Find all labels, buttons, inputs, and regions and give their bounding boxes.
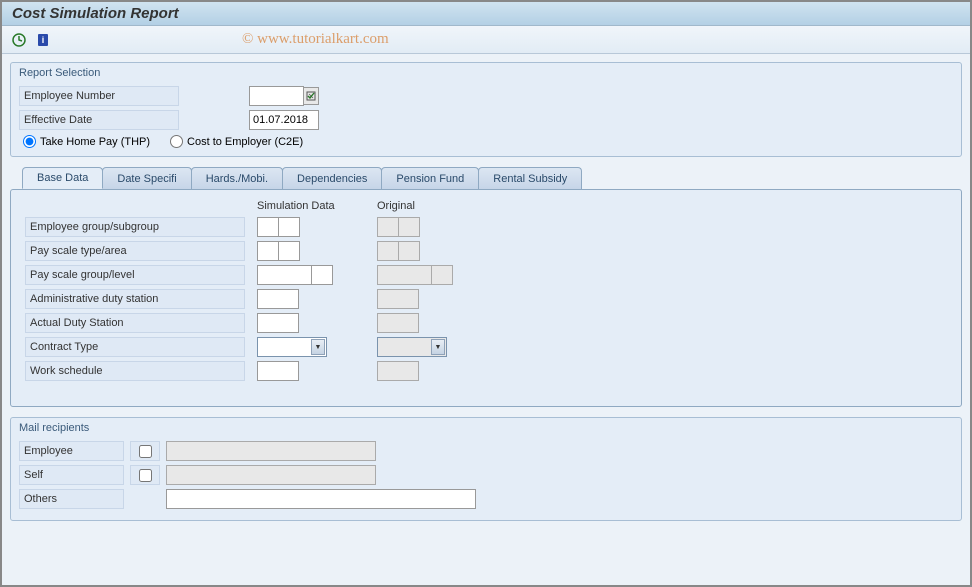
mail-employee-input: [166, 441, 376, 461]
radio-c2e-input[interactable]: [170, 135, 183, 148]
admin-duty-orig: [377, 289, 419, 309]
radio-c2e-label: Cost to Employer (C2E): [187, 136, 303, 148]
window-title: Cost Simulation Report: [2, 2, 970, 26]
report-selection-group: Report Selection Employee Number Effecti…: [10, 62, 962, 157]
mail-employee-label: Employee: [19, 441, 124, 461]
info-icon[interactable]: i: [34, 31, 52, 49]
report-selection-title: Report Selection: [19, 67, 953, 79]
payscale-group-sim1[interactable]: [257, 265, 312, 285]
work-schedule-orig: [377, 361, 419, 381]
pay-scale-group-label: Pay scale group/level: [25, 265, 245, 285]
admin-duty-label: Administrative duty station: [25, 289, 245, 309]
pay-scale-type-label: Pay scale type/area: [25, 241, 245, 261]
admin-duty-sim[interactable]: [257, 289, 299, 309]
search-help-icon[interactable]: [303, 87, 319, 105]
contract-type-label: Contract Type: [25, 337, 245, 357]
payscale-group-orig2: [431, 265, 453, 285]
dropdown-icon[interactable]: ▼: [311, 339, 325, 355]
tab-rental-subsidy[interactable]: Rental Subsidy: [478, 167, 582, 189]
actual-duty-label: Actual Duty Station: [25, 313, 245, 333]
mail-recipients-group: Mail recipients Employee Self Others: [10, 417, 962, 521]
emp-group-sim2[interactable]: [278, 217, 300, 237]
execute-icon[interactable]: [10, 31, 28, 49]
radio-thp[interactable]: Take Home Pay (THP): [23, 135, 150, 148]
tab-pension-fund[interactable]: Pension Fund: [381, 167, 479, 189]
employee-number-label: Employee Number: [19, 86, 179, 106]
radio-thp-input[interactable]: [23, 135, 36, 148]
tab-hards-mobi[interactable]: Hards./Mobi.: [191, 167, 283, 189]
contract-type-sim[interactable]: ▼: [257, 337, 327, 357]
emp-group-orig2: [398, 217, 420, 237]
tab-body: Simulation Data Original Employee group/…: [10, 189, 962, 407]
mail-self-checkbox[interactable]: [139, 469, 152, 482]
mail-self-input: [166, 465, 376, 485]
toolbar: i © www.tutorialkart.com: [2, 26, 970, 54]
mail-recipients-title: Mail recipients: [19, 422, 953, 434]
emp-group-orig1: [377, 217, 399, 237]
svg-text:i: i: [42, 35, 45, 45]
payscale-type-sim2[interactable]: [278, 241, 300, 261]
mail-employee-checkbox[interactable]: [139, 445, 152, 458]
employee-number-input[interactable]: [249, 86, 304, 106]
actual-duty-orig: [377, 313, 419, 333]
tab-container: Base Data Date Specifi Hards./Mobi. Depe…: [10, 167, 962, 407]
work-schedule-label: Work schedule: [25, 361, 245, 381]
emp-group-sim1[interactable]: [257, 217, 279, 237]
work-schedule-sim[interactable]: [257, 361, 299, 381]
col-simulation: Simulation Data: [257, 200, 342, 212]
contract-type-orig: ▼: [377, 337, 447, 357]
mail-self-label: Self: [19, 465, 124, 485]
payscale-type-orig1: [377, 241, 399, 261]
effective-date-input[interactable]: [249, 110, 319, 130]
effective-date-label: Effective Date: [19, 110, 179, 130]
tab-strip: Base Data Date Specifi Hards./Mobi. Depe…: [22, 167, 962, 189]
payscale-group-orig1: [377, 265, 432, 285]
actual-duty-sim[interactable]: [257, 313, 299, 333]
watermark: © www.tutorialkart.com: [242, 31, 389, 48]
emp-group-label: Employee group/subgroup: [25, 217, 245, 237]
payscale-type-sim1[interactable]: [257, 241, 279, 261]
tab-base-data[interactable]: Base Data: [22, 167, 103, 189]
payscale-type-orig2: [398, 241, 420, 261]
radio-c2e[interactable]: Cost to Employer (C2E): [170, 135, 303, 148]
tab-date-specifi[interactable]: Date Specifi: [102, 167, 191, 189]
col-original: Original: [377, 200, 462, 212]
mail-others-input[interactable]: [166, 489, 476, 509]
radio-thp-label: Take Home Pay (THP): [40, 136, 150, 148]
payscale-group-sim2[interactable]: [311, 265, 333, 285]
mail-others-label: Others: [19, 489, 124, 509]
dropdown-icon: ▼: [431, 339, 445, 355]
tab-dependencies[interactable]: Dependencies: [282, 167, 382, 189]
content-area: Report Selection Employee Number Effecti…: [2, 54, 970, 585]
